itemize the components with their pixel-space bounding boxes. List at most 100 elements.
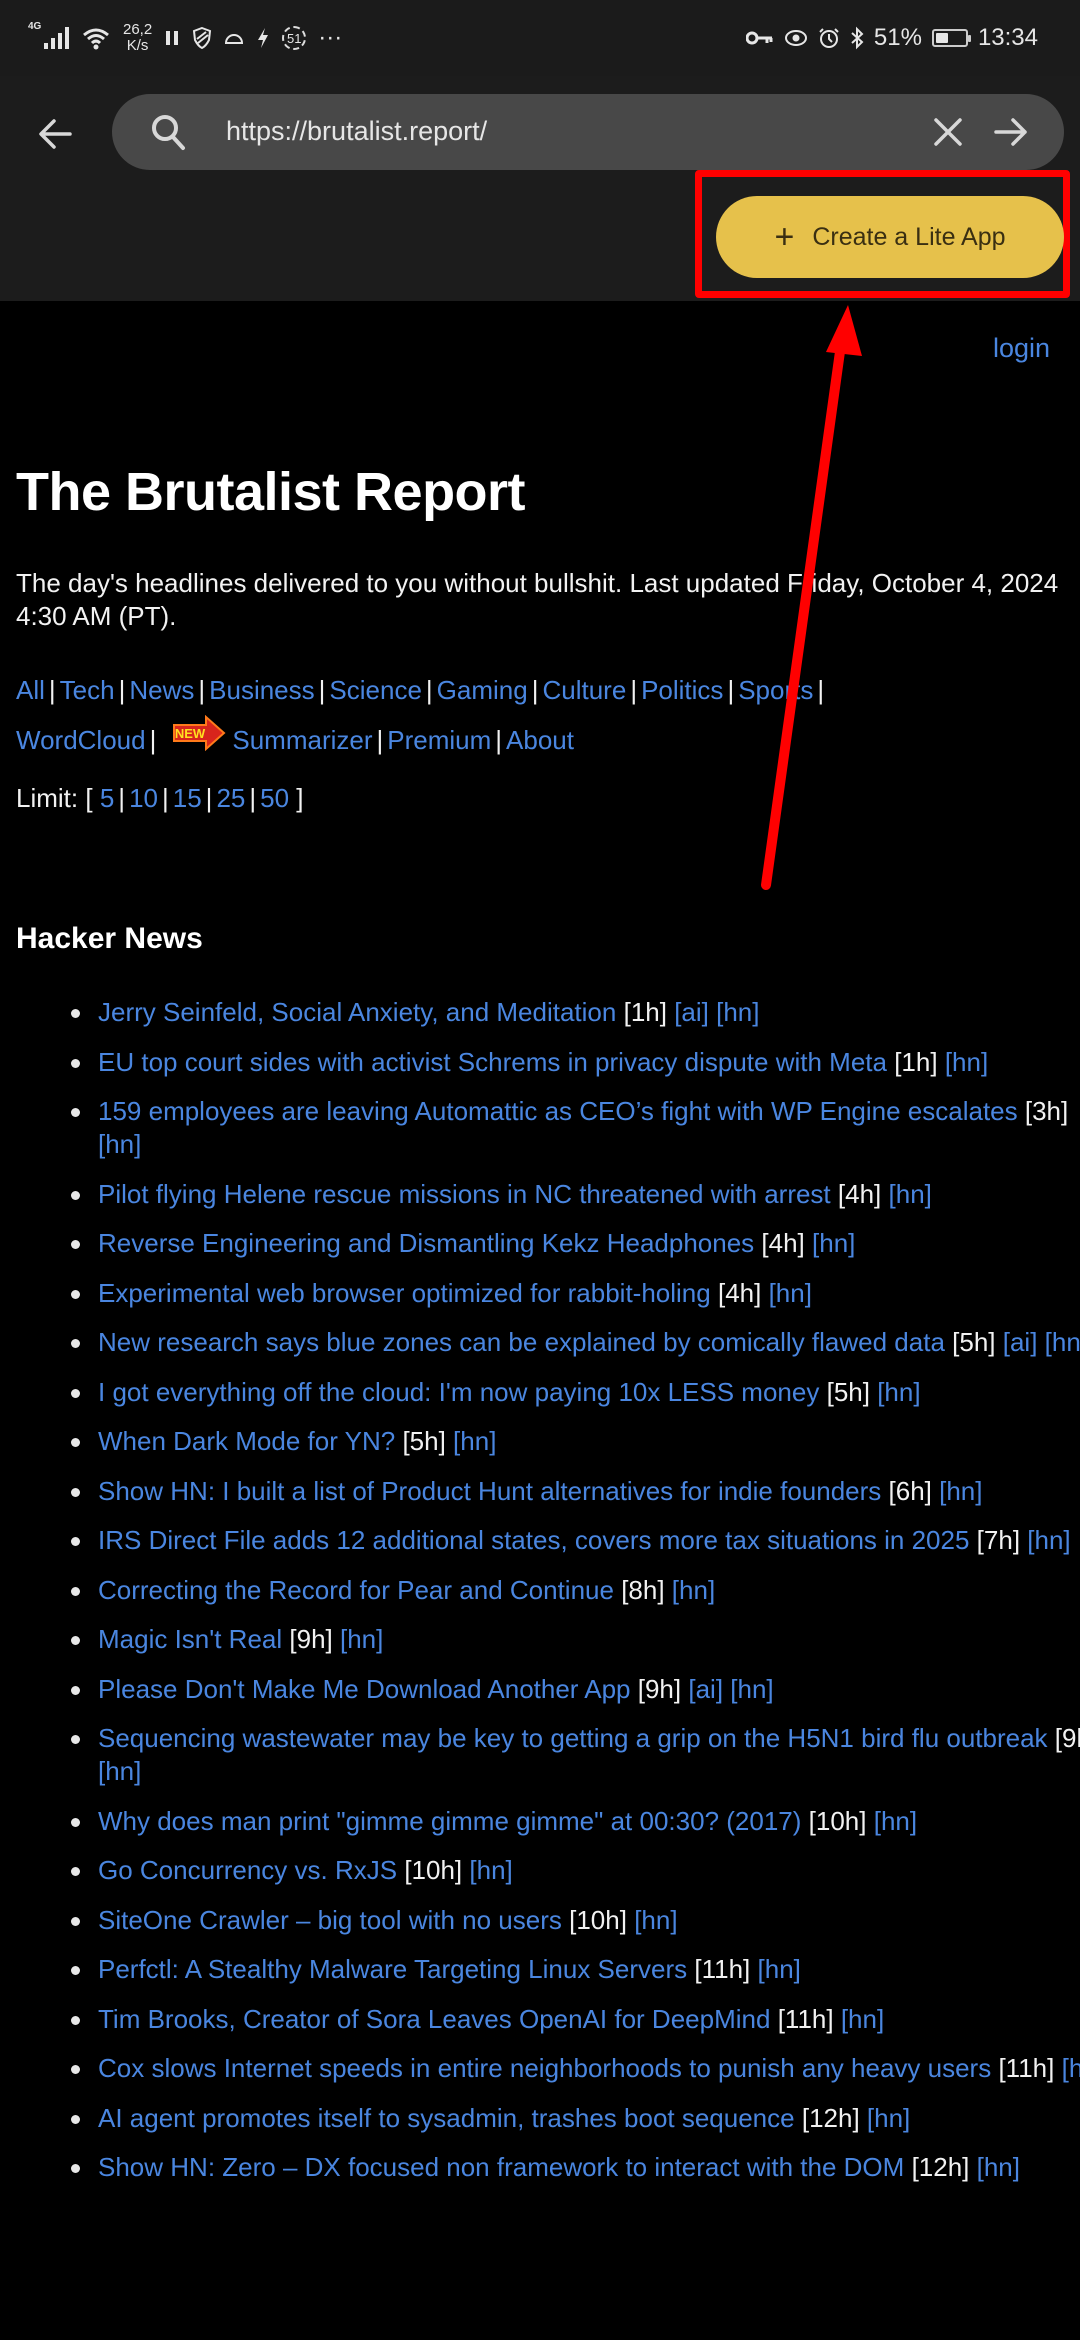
hn-comments-link[interactable]: [hn] xyxy=(867,2103,910,2133)
news-item-age: [7h] xyxy=(976,1525,1021,1555)
hn-comments-link[interactable]: [hn] xyxy=(841,2004,884,2034)
separator: | xyxy=(727,675,735,705)
limit-option-5[interactable]: 5 xyxy=(100,783,114,813)
limit-option-15[interactable]: 15 xyxy=(173,783,202,813)
news-item-title-link[interactable]: Sequencing wastewater may be key to gett… xyxy=(98,1723,1048,1753)
hn-comments-link[interactable]: [hn] xyxy=(453,1426,496,1456)
news-item-title-link[interactable]: Go Concurrency vs. RxJS xyxy=(98,1855,397,1885)
limit-option-50[interactable]: 50 xyxy=(260,783,289,813)
news-item-title-link[interactable]: Perfctl: A Stealthy Malware Targeting Li… xyxy=(98,1954,687,1984)
hn-comments-link[interactable]: [hn] xyxy=(1045,1327,1080,1357)
clear-url-button[interactable] xyxy=(930,114,966,150)
limit-label: Limit: xyxy=(16,783,79,813)
news-item-title-link[interactable]: Experimental web browser optimized for r… xyxy=(98,1278,711,1308)
more-icon: ··· xyxy=(318,24,343,51)
news-item-title-link[interactable]: Cox slows Internet speeds in entire neig… xyxy=(98,2053,991,2083)
nav-about[interactable]: About xyxy=(506,725,574,755)
bracket-close: ] xyxy=(296,783,304,813)
hn-comments-link[interactable]: [hn] xyxy=(769,1278,812,1308)
news-item: Perfctl: A Stealthy Malware Targeting Li… xyxy=(71,1953,1080,1986)
limit-option-10[interactable]: 10 xyxy=(129,783,158,813)
hn-comments-link[interactable]: [hn] xyxy=(634,1905,677,1935)
news-item-title-link[interactable]: AI agent promotes itself to sysadmin, tr… xyxy=(98,2103,795,2133)
news-item-age: [8h] xyxy=(621,1574,665,1605)
hn-comments-link[interactable]: [hn] xyxy=(98,1129,141,1159)
nav-news[interactable]: News xyxy=(129,675,194,705)
news-item-title-link[interactable]: Show HN: Zero – DX focused non framework… xyxy=(98,2152,904,2182)
ai-summary-link[interactable]: [ai] xyxy=(1003,1327,1038,1357)
net-speed-unit: K/s xyxy=(126,37,149,54)
hn-comments-link[interactable]: [hn] xyxy=(716,997,759,1027)
hn-comments-link[interactable]: [hn] xyxy=(98,1756,141,1786)
network-type: 4G xyxy=(28,21,42,32)
nav-gaming[interactable]: Gaming xyxy=(437,675,528,705)
ai-summary-link[interactable]: [ai] xyxy=(674,997,709,1027)
hn-comments-link[interactable]: [hn] xyxy=(672,1575,715,1605)
url-input[interactable]: https://brutalist.report/ xyxy=(226,116,487,147)
limit-option-25[interactable]: 25 xyxy=(216,783,245,813)
news-item-title-link[interactable]: Show HN: I built a list of Product Hunt … xyxy=(98,1476,881,1506)
hn-comments-link[interactable]: [hn] xyxy=(877,1377,920,1407)
hn-comments-link[interactable]: [hn] xyxy=(889,1179,932,1209)
nav-sports[interactable]: Sports xyxy=(738,675,813,705)
hn-comments-link[interactable]: [hn] xyxy=(730,1674,773,1704)
news-item-title-link[interactable]: Magic Isn't Real xyxy=(98,1624,282,1654)
nav-all[interactable]: All xyxy=(16,675,45,705)
ai-summary-link[interactable]: [ai] xyxy=(688,1674,723,1704)
news-item: New research says blue zones can be expl… xyxy=(71,1326,1080,1359)
half-circle-icon xyxy=(225,34,244,44)
hn-comments-link[interactable]: [hn] xyxy=(874,1806,917,1836)
news-item: IRS Direct File adds 12 additional state… xyxy=(71,1524,1080,1557)
news-item-age: [1h] xyxy=(894,1046,938,1077)
news-item-age: [9h] xyxy=(289,1624,333,1654)
hn-comments-link[interactable]: [hn] xyxy=(977,2152,1020,2182)
news-item-title-link[interactable]: New research says blue zones can be expl… xyxy=(98,1327,945,1357)
login-link[interactable]: login xyxy=(993,333,1050,364)
news-item-age: [10h] xyxy=(404,1855,463,1885)
nav-wordcloud[interactable]: WordCloud xyxy=(16,725,146,755)
news-item-title-link[interactable]: 159 employees are leaving Automattic as … xyxy=(98,1096,1018,1126)
news-item-title-link[interactable]: Why does man print "gimme gimme gimme" a… xyxy=(98,1806,801,1836)
news-item-title-link[interactable]: Jerry Seinfeld, Social Anxiety, and Medi… xyxy=(98,997,616,1027)
nav-culture[interactable]: Culture xyxy=(542,675,626,705)
nav-politics[interactable]: Politics xyxy=(641,675,723,705)
news-item-title-link[interactable]: IRS Direct File adds 12 additional state… xyxy=(98,1525,969,1555)
nav-business[interactable]: Business xyxy=(209,675,315,705)
bolt-icon xyxy=(258,28,269,48)
news-item-title-link[interactable]: Correcting the Record for Pear and Conti… xyxy=(98,1575,614,1605)
news-item-age: [11h] xyxy=(694,1954,751,1984)
news-item-title-link[interactable]: Tim Brooks, Creator of Sora Leaves OpenA… xyxy=(98,2004,770,2034)
nav-science[interactable]: Science xyxy=(329,675,422,705)
back-button[interactable] xyxy=(32,110,80,158)
hn-comments-link[interactable]: [hn] xyxy=(939,1476,982,1506)
nav-premium[interactable]: Premium xyxy=(387,725,491,755)
hn-comments-link[interactable]: [hn] xyxy=(945,1047,988,1077)
go-button[interactable] xyxy=(992,114,1030,150)
separator: | xyxy=(118,675,126,705)
news-item-title-link[interactable]: I got everything off the cloud: I'm now … xyxy=(98,1377,819,1407)
separator: | xyxy=(425,675,433,705)
news-item-title-link[interactable]: Reverse Engineering and Dismantling Kekz… xyxy=(98,1228,754,1258)
battery-level-fill xyxy=(935,33,949,43)
news-item-title-link[interactable]: Pilot flying Helene rescue missions in N… xyxy=(98,1179,831,1209)
news-item: Tim Brooks, Creator of Sora Leaves OpenA… xyxy=(71,2003,1080,2036)
status-bar-left: 4G 26,2 K/s 51 ··· xyxy=(28,18,343,58)
hn-comments-link[interactable]: [hn] xyxy=(469,1855,512,1885)
hn-comments-link[interactable]: [hn] xyxy=(340,1624,383,1654)
create-lite-app-label: Create a Lite App xyxy=(812,222,1006,251)
hn-comments-link[interactable]: [hn] xyxy=(758,1954,801,1984)
news-item-title-link[interactable]: SiteOne Crawler – big tool with no users xyxy=(98,1905,562,1935)
news-item-title-link[interactable]: When Dark Mode for YN? xyxy=(98,1426,395,1456)
hn-comments-link[interactable]: [hn] xyxy=(812,1228,855,1258)
url-bar[interactable]: https://brutalist.report/ xyxy=(112,94,1064,170)
hn-comments-link[interactable]: [hn] xyxy=(1062,2053,1080,2083)
news-item: Cox slows Internet speeds in entire neig… xyxy=(71,2052,1080,2085)
nav-summarizer[interactable]: Summarizer xyxy=(232,725,372,755)
create-lite-app-button[interactable]: + Create a Lite App xyxy=(716,196,1064,278)
signal-icon: 4G xyxy=(28,21,69,49)
news-item-title-link[interactable]: Please Don't Make Me Download Another Ap… xyxy=(98,1674,631,1704)
hn-comments-link[interactable]: [hn] xyxy=(1027,1525,1070,1555)
news-item-title-link[interactable]: EU top court sides with activist Schrems… xyxy=(98,1047,887,1077)
news-item: AI agent promotes itself to sysadmin, tr… xyxy=(71,2102,1080,2135)
nav-tech[interactable]: Tech xyxy=(60,675,115,705)
